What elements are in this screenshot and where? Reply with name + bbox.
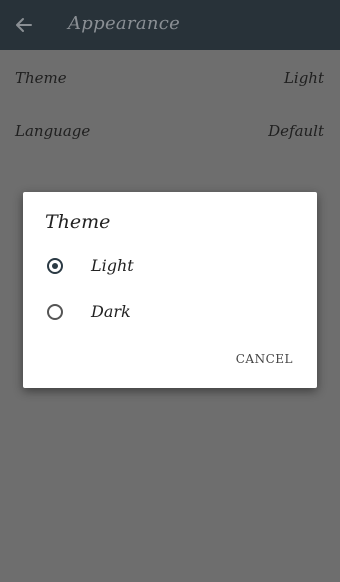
theme-dialog: Theme Light Dark CANCEL xyxy=(23,192,317,388)
preference-language-label: Language xyxy=(15,122,91,140)
preference-language-row[interactable]: Language Default xyxy=(0,110,340,154)
preference-theme-label: Theme xyxy=(15,69,67,87)
arrow-left-icon xyxy=(16,18,32,32)
radio-unchecked-icon[interactable] xyxy=(47,304,63,320)
cancel-button[interactable]: CANCEL xyxy=(236,352,293,366)
page-title: Appearance xyxy=(68,13,181,34)
preference-language-value: Default xyxy=(268,122,324,140)
back-button[interactable] xyxy=(12,15,34,35)
theme-option-dark[interactable]: Dark xyxy=(23,294,317,334)
preference-theme-value: Light xyxy=(283,69,324,87)
radio-checked-icon[interactable] xyxy=(47,258,63,274)
option-label: Light xyxy=(91,256,134,275)
option-label: Dark xyxy=(91,302,131,321)
dialog-title: Theme xyxy=(45,211,111,233)
app-toolbar: Appearance xyxy=(0,0,340,50)
theme-option-light[interactable]: Light xyxy=(23,248,317,288)
preference-theme-row[interactable]: Theme Light xyxy=(0,57,340,101)
